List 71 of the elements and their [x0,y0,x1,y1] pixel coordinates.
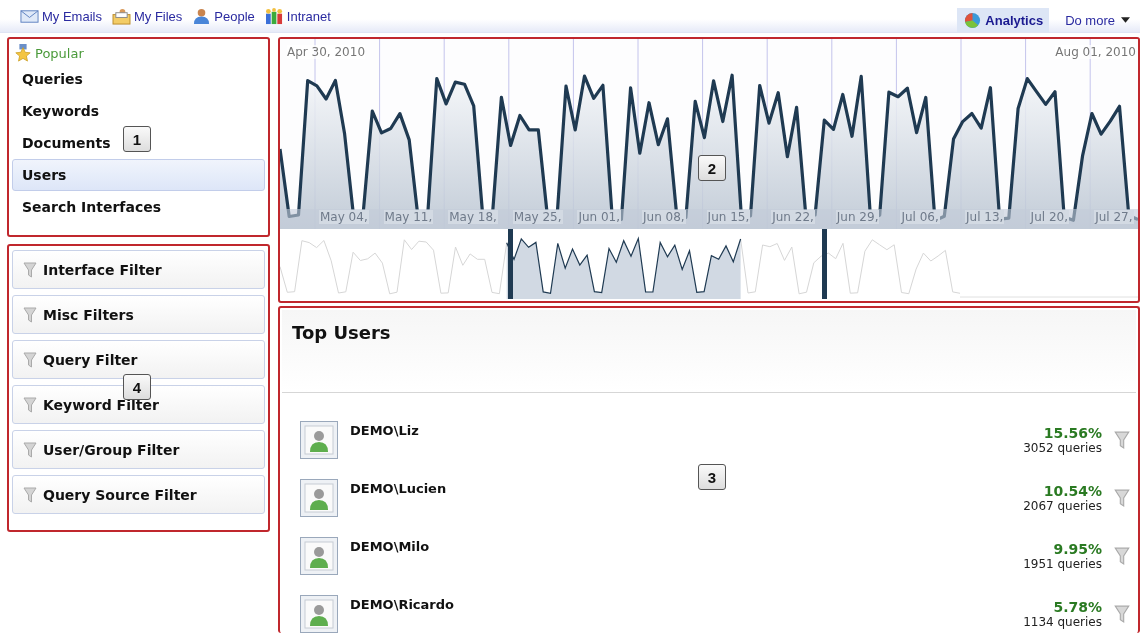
funnel-icon [23,396,37,413]
sidebar-item[interactable]: Keywords [12,95,110,127]
axis-label: Jun 15, [706,210,751,224]
user-avatar-icon [300,479,338,517]
funnel-icon [23,486,37,503]
funnel-icon [23,351,37,368]
axis-label: May 25, [512,210,563,224]
query-count: 1951 queries [1023,557,1102,571]
filter-button[interactable]: Misc Filters [12,295,265,334]
callout-number: 3 [698,464,726,490]
axis-label: Jun 22, [771,210,815,224]
callout-number: 2 [698,155,726,181]
axis-label: Jul 13, [965,210,1005,224]
callout-number: 4 [123,374,151,400]
nav-tab[interactable]: Analytics [957,8,1050,32]
axis-label: Jul 06, [900,210,940,224]
axis-label: May 18, [448,210,498,224]
sidebar-item[interactable]: Users [12,159,265,191]
people-group-icon [264,7,284,25]
sidebar-item[interactable]: Search Interfaces [12,191,171,223]
panel-title: Top Users [291,321,392,345]
filter-button[interactable]: Query Source Filter [12,475,265,514]
nav-link[interactable]: My Files [111,7,183,25]
query-count: 1134 queries [1023,615,1102,629]
axis-label: May 04, [319,210,369,224]
user-name[interactable]: DEMO\Liz [350,421,1012,438]
filter-button[interactable]: User/Group Filter [12,430,265,469]
caret-icon [1121,17,1130,23]
filter-button[interactable]: Query Filter [12,340,265,379]
funnel-icon [23,261,37,278]
user-avatar-icon [300,421,338,459]
funnel-icon[interactable] [1114,605,1130,623]
person-icon [192,7,212,25]
section-title: Popular [35,45,84,61]
user-avatar-icon [300,537,338,575]
percentage: 9.95% [1052,540,1102,557]
nav-link[interactable]: Intranet [264,7,331,25]
folder-person-icon [111,7,131,25]
funnel-icon[interactable] [1114,489,1130,507]
percentage: 10.54% [1042,482,1102,499]
axis-label: Jul 20, [1029,210,1069,224]
callout-number: 1 [123,126,151,152]
funnel-icon [23,441,37,458]
funnel-icon[interactable] [1114,547,1130,565]
filter-button[interactable]: Interface Filter [12,250,265,289]
date-label: Aug 01, 2010 [1055,45,1136,59]
funnel-icon [23,306,37,323]
range-handle[interactable] [822,229,827,299]
axis-label: Jun 29, [835,210,880,224]
envelope-icon [20,7,39,25]
percentage: 5.78% [1052,598,1102,615]
date-label: Apr 30, 2010 [287,45,365,59]
user-avatar-icon [300,595,338,633]
nav-tab[interactable]: Do more [1059,8,1136,32]
star-medal-icon [14,44,32,62]
axis-label: Jun 01, [577,210,622,224]
user-name[interactable]: DEMO\Milo [350,537,1012,554]
pie-chart-icon [963,11,983,29]
funnel-icon[interactable] [1114,431,1130,449]
query-count: 3052 queries [1023,441,1102,455]
query-count: 2067 queries [1023,499,1102,513]
axis-label: Jun 08, [642,210,686,224]
axis-label: Jul 27, [1094,210,1134,224]
percentage: 15.56% [1042,424,1102,441]
nav-link[interactable]: People [192,7,255,25]
user-name[interactable]: DEMO\Ricardo [350,595,1012,612]
axis-label: May 11, [383,210,434,224]
range-handle[interactable] [508,229,513,299]
sidebar-item[interactable]: Documents [12,127,121,159]
nav-link[interactable]: My Emails [20,7,102,25]
sidebar-item[interactable]: Queries [12,63,93,95]
